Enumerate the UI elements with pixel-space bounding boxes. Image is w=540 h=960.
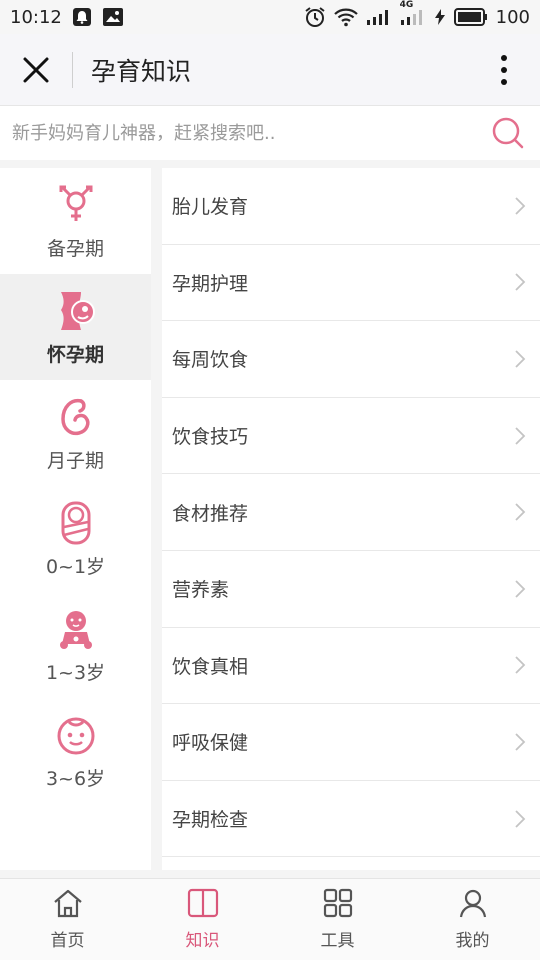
chevron-right-icon [500, 426, 540, 446]
sidebar-label: 1~3岁 [45, 661, 106, 684]
list-item-label: 呼吸保健 [172, 732, 249, 755]
toddler-icon [56, 606, 96, 652]
list-item[interactable]: 食材推荐 [162, 474, 540, 551]
signal-icon [366, 8, 392, 26]
sidebar-item-pre-pregnancy[interactable]: 备孕期 [0, 168, 151, 274]
sidebar-item-toddler[interactable]: 1~3岁 [0, 592, 151, 698]
chevron-right-icon [500, 196, 540, 216]
sidebar-item-preschool[interactable]: 3~6岁 [0, 698, 151, 804]
list-item[interactable]: 营养素 [162, 551, 540, 628]
grid-icon [323, 888, 353, 922]
list-item[interactable]: 每周饮食 [162, 321, 540, 398]
sidebar-label: 月子期 [46, 449, 104, 472]
image-message-icon [102, 7, 124, 27]
battery-level: 100 [495, 6, 530, 28]
list-item-label: 饮食技巧 [172, 426, 249, 449]
list-item[interactable]: 饮食技巧 [162, 398, 540, 475]
close-icon [23, 57, 49, 82]
status-time: 10:12 [10, 6, 62, 28]
postpartum-icon [55, 394, 97, 440]
search-icon [492, 117, 524, 149]
list-item-label: 孕期护理 [172, 272, 249, 295]
bottom-navigation: 首页 知识 工具 我的 [0, 878, 540, 960]
notification-icon [72, 7, 92, 27]
list-item-label: 食材推荐 [172, 502, 249, 525]
list-item-label: 饮食真相 [172, 655, 249, 678]
list-item[interactable]: 孕期护理 [162, 245, 540, 322]
list-item-label: 营养素 [172, 579, 230, 602]
sidebar-item-pregnancy[interactable]: 怀孕期 [0, 274, 151, 380]
category-sidebar: 备孕期 怀孕期 月子期 0~1岁 1~3岁 3~6岁 [0, 168, 151, 870]
alarm-icon [304, 6, 326, 28]
list-item[interactable]: 饮食真相 [162, 628, 540, 705]
nav-tools[interactable]: 工具 [270, 879, 405, 960]
search-input[interactable] [12, 122, 476, 144]
nav-label: 工具 [320, 931, 355, 951]
sidebar-label: 备孕期 [46, 237, 104, 260]
sidebar-label: 怀孕期 [46, 343, 104, 366]
search-button[interactable] [476, 106, 540, 160]
chevron-right-icon [500, 732, 540, 752]
list-item[interactable]: 胎儿发育 [162, 168, 540, 245]
chevron-right-icon [500, 349, 540, 369]
list-item[interactable]: 孕期检查 [162, 781, 540, 858]
user-icon [458, 888, 488, 922]
more-vertical-icon [501, 54, 507, 85]
close-button[interactable] [0, 34, 72, 106]
nav-label: 首页 [50, 931, 85, 951]
network-4g-icon: 4G [400, 0, 426, 26]
chevron-right-icon [500, 502, 540, 522]
sidebar-item-postpartum[interactable]: 月子期 [0, 380, 151, 486]
chevron-right-icon [500, 579, 540, 599]
topic-list: 胎儿发育 孕期护理 每周饮食 饮食技巧 食材推荐 营养素 饮食真相 呼吸保健 孕… [162, 168, 540, 870]
sidebar-label: 3~6岁 [45, 767, 106, 790]
pregnant-icon [55, 288, 97, 334]
wifi-icon [333, 7, 358, 27]
list-item-label: 每周饮食 [172, 349, 249, 372]
chevron-right-icon [500, 272, 540, 292]
swaddled-baby-icon [56, 500, 96, 546]
book-icon [187, 888, 219, 922]
chevron-right-icon [500, 655, 540, 675]
home-icon [52, 888, 84, 922]
gender-icon [55, 182, 97, 228]
nav-label: 知识 [185, 931, 220, 951]
sidebar-label: 0~1岁 [45, 555, 106, 578]
app-bar: 孕育知识 [0, 34, 540, 106]
list-item-label: 孕期检查 [172, 809, 249, 832]
chevron-right-icon [500, 809, 540, 829]
more-button[interactable] [468, 34, 540, 106]
title-divider [72, 51, 73, 88]
list-item[interactable]: 呼吸保健 [162, 704, 540, 781]
nav-home[interactable]: 首页 [0, 879, 135, 960]
nav-knowledge[interactable]: 知识 [135, 879, 270, 960]
page-title: 孕育知识 [91, 56, 192, 86]
battery-icon [453, 8, 488, 26]
list-item-label: 胎儿发育 [172, 196, 249, 219]
nav-label: 我的 [455, 931, 490, 951]
nav-profile[interactable]: 我的 [405, 879, 540, 960]
search-bar [0, 106, 540, 160]
sidebar-item-infant[interactable]: 0~1岁 [0, 486, 151, 592]
child-face-icon [55, 712, 97, 758]
status-bar: 10:12 4G 100 [0, 0, 540, 34]
network-type: 4G [399, 0, 414, 10]
charging-icon [434, 8, 446, 26]
